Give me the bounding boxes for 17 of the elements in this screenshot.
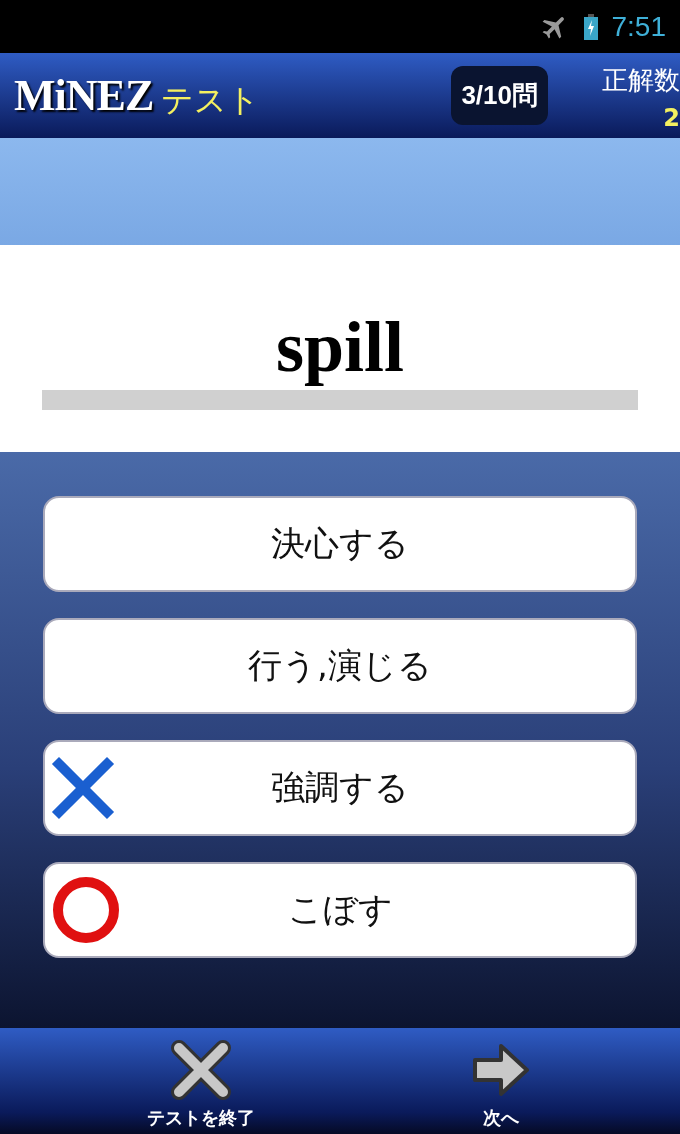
score-label: 正解数 (602, 64, 680, 97)
answer-option[interactable]: 決心する (43, 496, 637, 592)
circle-mark-icon (51, 875, 121, 945)
close-icon (169, 1038, 233, 1102)
score-value: 2 (663, 104, 680, 132)
quit-button[interactable]: テストを終了 (147, 1028, 255, 1134)
answer-option[interactable]: 強調する (43, 740, 637, 836)
question-counter: 3/10問 (451, 66, 548, 125)
status-time: 7:51 (611, 10, 666, 43)
next-button[interactable]: 次へ (469, 1028, 533, 1134)
battery-icon (583, 13, 598, 40)
app-subtitle: テスト (161, 79, 261, 121)
cross-mark-icon (51, 756, 115, 820)
answer-option[interactable]: 行う,演じる (43, 618, 637, 714)
app-logo: MiNEZ (14, 70, 154, 121)
question-word: spill (275, 305, 405, 389)
answer-option[interactable]: こぼす (43, 862, 637, 958)
